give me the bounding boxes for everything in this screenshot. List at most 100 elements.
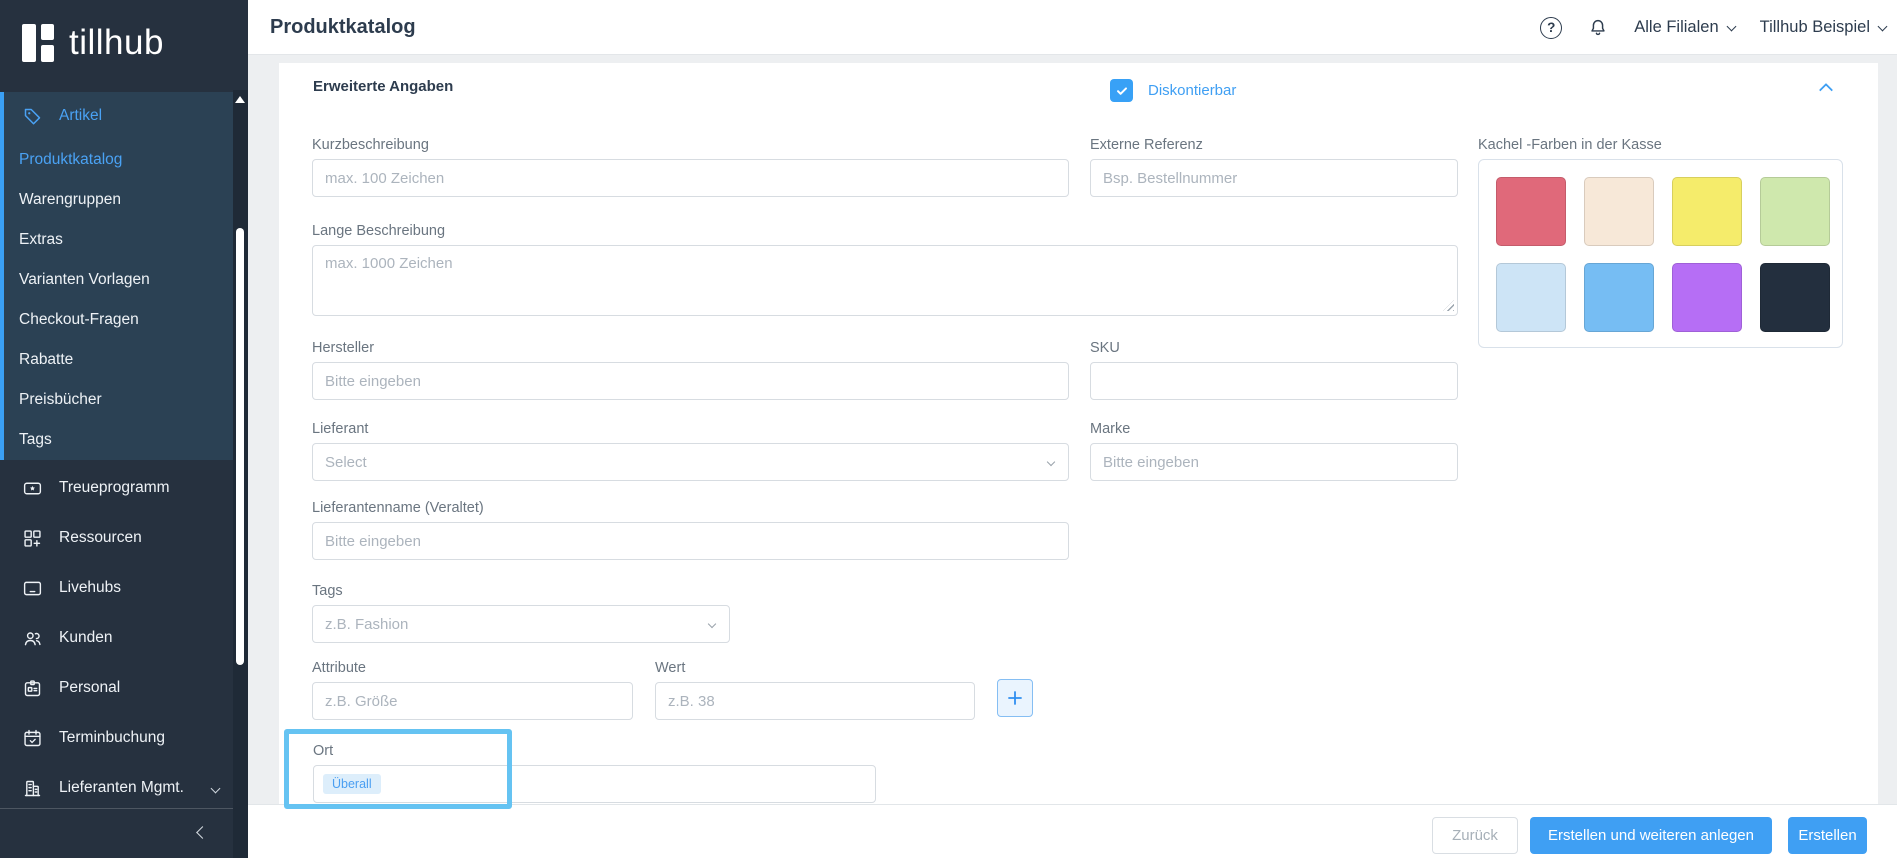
- color-swatch-green[interactable]: [1760, 177, 1830, 246]
- sidebar-divider: [0, 808, 233, 809]
- scrollbar-thumb[interactable]: [236, 228, 244, 665]
- sidebar-group-artikel: Artikel Produktkatalog Warengruppen Extr…: [0, 92, 233, 460]
- externe-referenz-input[interactable]: [1090, 159, 1458, 197]
- collapse-section-button[interactable]: [1818, 82, 1837, 98]
- create-and-next-button[interactable]: Erstellen und weiteren anlegen: [1530, 817, 1772, 854]
- notifications-bell-icon[interactable]: [1587, 17, 1609, 39]
- chevron-down-icon: [1877, 21, 1888, 31]
- diskontierbar-checkbox[interactable]: Diskontierbar: [1110, 79, 1236, 102]
- id-badge-icon: [24, 679, 41, 696]
- section-title: Erweiterte Angaben: [313, 78, 454, 95]
- chevron-down-icon: [1046, 457, 1056, 467]
- sidebar-item-lieferanten-mgmt[interactable]: Lieferanten Mgmt.: [0, 763, 233, 813]
- chevron-up-icon: [1818, 82, 1834, 98]
- chevron-down-icon[interactable]: [210, 783, 221, 794]
- sku-label: SKU: [1090, 340, 1120, 356]
- sidebar-lower-menu: Treueprogramm Ressourcen Livehubs Kunden…: [0, 463, 233, 813]
- tags-label: Tags: [312, 583, 343, 599]
- lieferant-select-value: Select: [325, 453, 367, 471]
- sidebar-item-extras[interactable]: Extras: [4, 220, 233, 260]
- tags-select[interactable]: z.B. Fashion: [312, 605, 730, 643]
- collapse-sidebar-button[interactable]: [196, 824, 218, 844]
- wert-label: Wert: [655, 660, 686, 676]
- lieferant-label: Lieferant: [312, 421, 369, 437]
- ort-tag-ueberall[interactable]: Überall: [323, 774, 381, 794]
- lange-beschreibung-textarea[interactable]: [312, 245, 1458, 316]
- scroll-up-arrow-icon[interactable]: [235, 96, 245, 103]
- sidebar: tillhub Artikel Produktkatalog Warengrup…: [0, 0, 248, 858]
- sidebar-item-livehubs[interactable]: Livehubs: [0, 563, 233, 613]
- display-icon: [23, 581, 42, 595]
- sidebar-group-label: Artikel: [59, 107, 103, 124]
- externe-referenz-label: Externe Referenz: [1090, 137, 1203, 153]
- color-palette: [1478, 159, 1843, 348]
- sidebar-item-tags[interactable]: Tags: [4, 420, 233, 460]
- sidebar-item-label: Livehubs: [59, 579, 122, 596]
- ort-input[interactable]: Überall: [313, 765, 876, 803]
- create-button[interactable]: Erstellen: [1788, 817, 1867, 854]
- tags-select-value: z.B. Fashion: [325, 615, 409, 633]
- kurzbeschreibung-input[interactable]: [312, 159, 1069, 197]
- marke-label: Marke: [1090, 421, 1131, 437]
- footer-action-bar: Zurück Erstellen und weiteren anlegen Er…: [248, 804, 1897, 858]
- account-selector[interactable]: Tillhub Beispiel: [1759, 18, 1888, 37]
- chevron-down-icon: [1726, 21, 1737, 31]
- sidebar-item-artikel[interactable]: Artikel: [4, 92, 233, 140]
- color-swatch-cream[interactable]: [1584, 177, 1654, 246]
- top-bar: Produktkatalog ? Alle Filialen Tillhub B…: [248, 0, 1897, 55]
- page-title: Produktkatalog: [270, 16, 416, 38]
- plus-icon: [1008, 691, 1022, 705]
- sidebar-item-label: Kunden: [59, 629, 113, 646]
- lange-beschreibung-label: Lange Beschreibung: [312, 223, 446, 239]
- attribute-input[interactable]: [312, 682, 633, 720]
- back-button[interactable]: Zurück: [1432, 817, 1518, 854]
- sidebar-item-label: Personal: [59, 679, 121, 696]
- branch-selector[interactable]: Alle Filialen: [1634, 18, 1737, 37]
- account-selector-label: Tillhub Beispiel: [1759, 18, 1870, 36]
- wert-input[interactable]: [655, 682, 975, 720]
- sidebar-item-warengruppen[interactable]: Warengruppen: [4, 180, 233, 220]
- color-swatch-darknavy[interactable]: [1760, 263, 1830, 332]
- sidebar-item-preisbuecher[interactable]: Preisbücher: [4, 380, 233, 420]
- hersteller-label: Hersteller: [312, 340, 375, 356]
- diskontierbar-label: Diskontierbar: [1148, 82, 1237, 99]
- logo-text: tillhub: [69, 23, 164, 62]
- lieferantenname-label: Lieferantenname (Veraltet): [312, 500, 484, 516]
- sidebar-item-treueprogramm[interactable]: Treueprogramm: [0, 463, 233, 513]
- marke-input[interactable]: [1090, 443, 1458, 481]
- sidebar-item-produktkatalog[interactable]: Produktkatalog: [4, 140, 233, 180]
- chevron-down-icon: [707, 619, 717, 629]
- ort-label: Ort: [313, 743, 334, 759]
- color-swatch-paleblue[interactable]: [1496, 263, 1566, 332]
- add-attribute-button[interactable]: [997, 679, 1033, 717]
- lieferantenname-input[interactable]: [312, 522, 1069, 560]
- color-swatch-red[interactable]: [1496, 177, 1566, 246]
- sidebar-item-ressourcen[interactable]: Ressourcen: [0, 513, 233, 563]
- color-swatch-skyblue[interactable]: [1584, 263, 1654, 332]
- sidebar-item-personal[interactable]: Personal: [0, 663, 233, 713]
- branch-selector-label: Alle Filialen: [1634, 18, 1719, 36]
- lieferant-select[interactable]: Select: [312, 443, 1069, 481]
- tillhub-logo[interactable]: tillhub: [22, 24, 164, 62]
- sidebar-item-terminbuchung[interactable]: Terminbuchung: [0, 713, 233, 763]
- sidebar-item-rabatte[interactable]: Rabatte: [4, 340, 233, 380]
- sidebar-item-kunden[interactable]: Kunden: [0, 613, 233, 663]
- resources-grid-icon: [24, 529, 41, 547]
- sku-input[interactable]: [1090, 362, 1458, 400]
- help-icon[interactable]: ?: [1540, 16, 1563, 39]
- checkbox-checked-icon[interactable]: [1110, 79, 1133, 102]
- help-glyph: ?: [1547, 20, 1556, 35]
- sidebar-item-checkout-fragen[interactable]: Checkout-Fragen: [4, 300, 233, 340]
- ticket-icon: [23, 482, 42, 494]
- hersteller-input[interactable]: [312, 362, 1069, 400]
- erweiterte-angaben-card: Erweiterte Angaben Diskontierbar Kurzbes…: [279, 63, 1878, 804]
- kurzbeschreibung-label: Kurzbeschreibung: [312, 137, 429, 153]
- sidebar-item-label: Ressourcen: [59, 529, 142, 546]
- sidebar-item-label: Lieferanten Mgmt.: [59, 779, 184, 796]
- content-area: Erweiterte Angaben Diskontierbar Kurzbes…: [248, 55, 1897, 804]
- tillhub-logo-icon: [22, 24, 58, 62]
- sidebar-item-varianten-vorlagen[interactable]: Varianten Vorlagen: [4, 260, 233, 300]
- sidebar-scrollbar[interactable]: [233, 90, 248, 858]
- color-swatch-yellow[interactable]: [1672, 177, 1742, 246]
- color-swatch-purple[interactable]: [1672, 263, 1742, 332]
